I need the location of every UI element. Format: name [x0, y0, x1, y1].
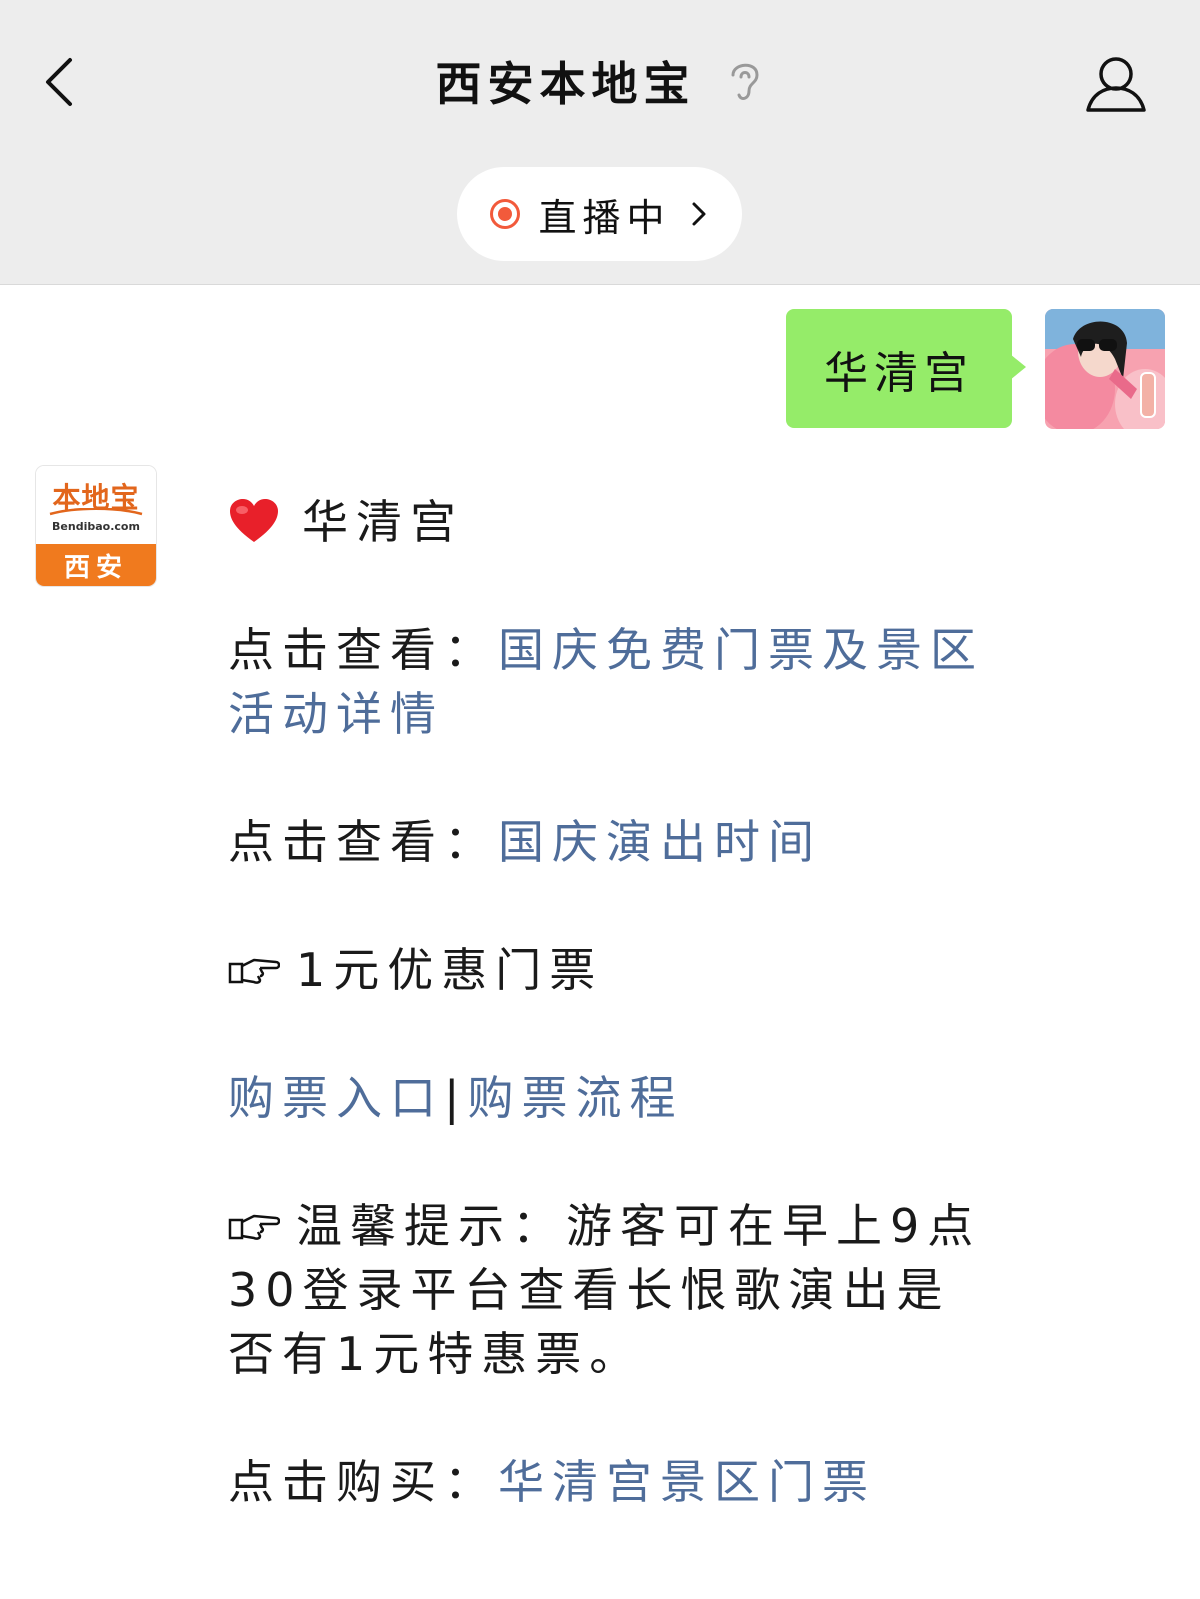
ear-icon[interactable] [725, 57, 765, 105]
live-record-icon [490, 199, 521, 229]
logo-swoosh [49, 508, 143, 516]
user-message-bubble[interactable]: 华清宫 [786, 309, 1012, 428]
reply-headline: 华清宫 [228, 490, 988, 554]
reply-line-tickets: 点击购买：华清宫景区门票 [228, 1450, 988, 1514]
live-label: 直播中 [538, 195, 671, 240]
heart-icon [230, 499, 278, 542]
scenic-ticket-link[interactable]: 华清宫景区门票 [498, 1455, 876, 1509]
reply-line-discount: 1元优惠门票 [228, 938, 988, 1002]
tip-text: 温馨提示：游客可在早上9点30登录平台查看长恨歌演出是否有1元特惠票。 [228, 1199, 982, 1381]
profile-icon[interactable] [1084, 52, 1148, 116]
user-avatar[interactable] [1045, 309, 1165, 429]
chat-title: 西安本地宝 [435, 57, 696, 111]
prefix-text: 点击查看： [228, 815, 498, 869]
pointing-hand-icon [228, 1214, 280, 1240]
reply-line-tip: 温馨提示：游客可在早上9点30登录平台查看长恨歌演出是否有1元特惠票。 [228, 1194, 988, 1386]
top-bar: 西安本地宝 直播中 [0, 0, 1200, 285]
reply-headline-text: 华清宫 [302, 495, 464, 549]
show-times-link[interactable]: 国庆演出时间 [498, 815, 822, 869]
user-avatar-image [1045, 309, 1165, 429]
official-account-avatar[interactable]: 本地宝 Bendibao.com 西安 [36, 466, 156, 586]
discount-text: 1元优惠门票 [296, 943, 604, 997]
prefix-text: 点击查看： [228, 623, 498, 677]
buy-process-link[interactable]: 购票流程 [468, 1071, 684, 1125]
bot-message: 华清宫 点击查看：国庆免费门票及景区活动详情 点击查看：国庆演出时间 1元优惠门… [228, 490, 988, 1514]
user-message-text: 华清宫 [824, 347, 974, 399]
bot-city-text: 西安 [63, 552, 128, 583]
chevron-right-icon [692, 202, 705, 226]
bot-site-text: Bendibao.com [52, 520, 140, 533]
reply-line-shows: 点击查看：国庆演出时间 [228, 810, 988, 874]
buy-entry-link[interactable]: 购票入口 [228, 1071, 444, 1125]
separator: | [444, 1071, 468, 1125]
bot-city-band: 西安 [36, 544, 156, 586]
prefix-text: 点击购买： [228, 1455, 498, 1509]
reply-line-purchase: 购票入口|购票流程 [228, 1066, 988, 1130]
reply-line-activities: 点击查看：国庆免费门票及景区活动详情 [228, 618, 988, 746]
bubble-tail [1010, 354, 1026, 380]
live-stream-button[interactable]: 直播中 [457, 167, 742, 261]
pointing-hand-icon [228, 958, 280, 984]
